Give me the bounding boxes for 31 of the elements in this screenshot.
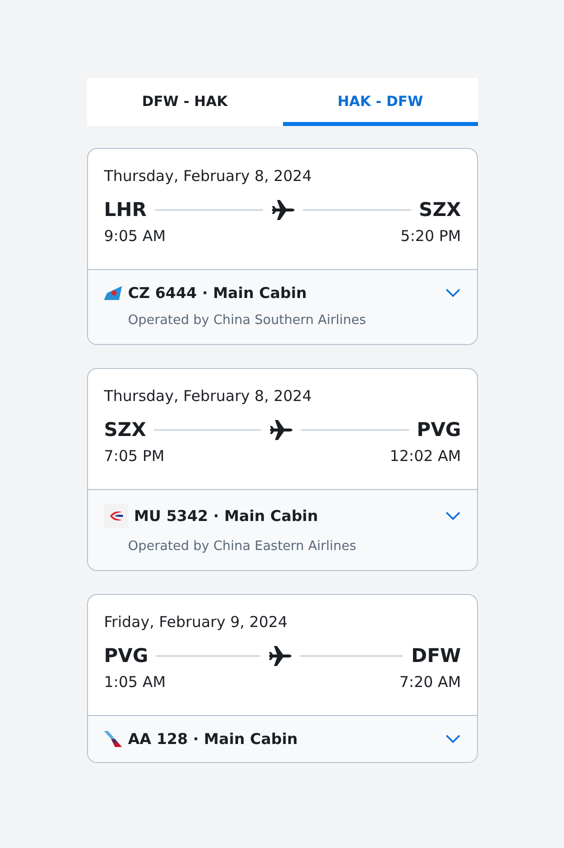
airport-code: SZX xyxy=(104,419,146,441)
airport-code: DFW xyxy=(411,645,462,667)
airport-code: LHR xyxy=(104,199,147,221)
plane-icon xyxy=(268,645,292,667)
chevron-icon[interactable] xyxy=(445,734,461,744)
arrival-time: 12:02 AM xyxy=(390,447,461,465)
operator-note: Operated by China Eastern Airlines xyxy=(128,539,358,554)
chevron-icon[interactable] xyxy=(445,288,461,298)
swirl-logo-icon xyxy=(104,504,128,528)
departure-time: 7:05 PM xyxy=(104,447,164,465)
flight-date: Friday, February 9, 2024 xyxy=(104,613,288,631)
flight-number: AA 128 · Main Cabin xyxy=(128,730,298,748)
plane-icon xyxy=(269,419,294,441)
stripe-logo-icon xyxy=(104,731,122,747)
flight-number: CZ 6444 · Main Cabin xyxy=(128,284,307,302)
flight-date: Thursday, February 8, 2024 xyxy=(104,387,313,405)
airport-code: PVG xyxy=(416,419,462,441)
flight-date: Thursday, February 8, 2024 xyxy=(104,167,313,185)
chevron-icon[interactable] xyxy=(445,511,461,521)
tail-logo-icon xyxy=(104,286,122,300)
operator-note: Operated by China Southern Airlines xyxy=(128,313,367,328)
tab[interactable]: HAK - DFW xyxy=(282,78,478,126)
arrival-time: 5:20 PM xyxy=(400,227,461,245)
departure-time: 1:05 AM xyxy=(104,673,166,691)
flight-number: MU 5342 · Main Cabin xyxy=(134,507,318,525)
tab[interactable]: DFW - HAK xyxy=(87,78,282,126)
airport-code: PVG xyxy=(104,645,148,667)
arrival-time: 7:20 AM xyxy=(399,673,461,691)
plane-icon xyxy=(270,199,295,221)
departure-time: 9:05 AM xyxy=(104,227,166,245)
airport-code: SZX xyxy=(418,199,462,221)
